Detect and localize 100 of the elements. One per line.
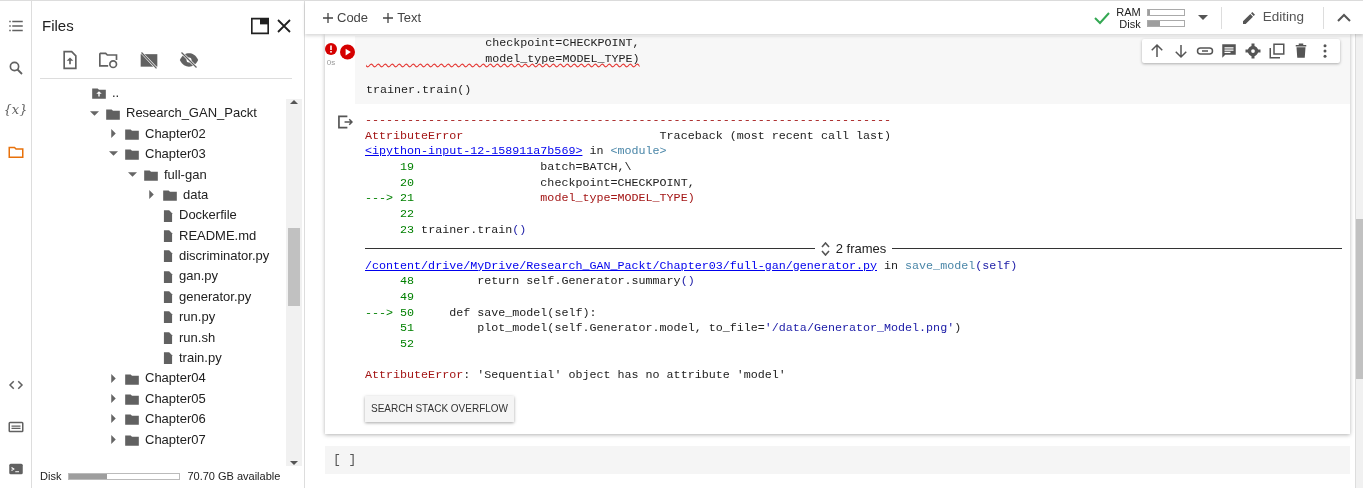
new-window-icon[interactable] [249, 17, 270, 36]
tree-row[interactable]: .. [32, 82, 286, 103]
add-code-button[interactable]: Code [317, 7, 375, 28]
error-text: --------------------------------------------------------------------------- [365, 113, 892, 127]
mirror-cell-icon[interactable] [1268, 42, 1286, 60]
tree-row[interactable]: full-gan [32, 164, 286, 185]
file-icon [161, 288, 175, 306]
tree-row[interactable]: Chapter03 [32, 143, 286, 165]
traceback-text: (self) [975, 258, 1018, 273]
caret-right-icon[interactable] [148, 190, 154, 200]
caret-right-icon[interactable] [110, 414, 116, 424]
caret-right-icon[interactable] [110, 394, 116, 404]
scrollbar[interactable] [286, 98, 302, 466]
code-line: model_type=MODEL_TYPE) [484, 51, 640, 66]
traceback-text: checkpoint=CHECKPOINT, [539, 175, 695, 190]
caret-right-icon[interactable] [110, 373, 116, 383]
tree-label: run.sh [179, 328, 216, 347]
scroll-up-icon[interactable] [290, 98, 298, 105]
tree-row[interactable]: data [32, 184, 286, 205]
add-text-button[interactable]: Text [377, 7, 428, 28]
caret-right-icon[interactable] [110, 128, 116, 138]
scrollbar[interactable] [1355, 34, 1363, 488]
move-down-icon[interactable] [1172, 42, 1190, 60]
frames-toggle[interactable]: 2 frames [835, 240, 887, 257]
expand-icon[interactable] [820, 241, 830, 256]
tree-row[interactable]: README.md [32, 225, 286, 246]
tree-row[interactable]: Chapter07 [32, 429, 286, 450]
cell-prompt: [ ] [333, 450, 357, 469]
scroll-thumb[interactable] [1356, 219, 1363, 379]
tree-label: train.py [179, 349, 222, 367]
code-line: checkpoint=CHECKPOINT, [484, 36, 640, 50]
tree-row[interactable]: discriminator.py [32, 245, 286, 266]
tree-label: Research_GAN_Packt [126, 104, 257, 123]
line-number: ---> 21 [365, 191, 415, 206]
tree-label: README.md [179, 226, 257, 245]
empty-cell[interactable]: [ ] [325, 445, 1350, 474]
pencil-icon [1240, 9, 1257, 26]
tree-row[interactable]: Chapter06 [32, 408, 286, 430]
tree-label: generator.py [179, 287, 252, 306]
tree-label: Chapter07 [145, 430, 206, 449]
move-up-icon[interactable] [1148, 42, 1166, 60]
folder-icon [123, 411, 141, 427]
drive-off-icon[interactable] [138, 49, 160, 70]
file-link[interactable]: /content/drive/MyDrive/Research_GAN_Packt/Chapter03/full-gan/generator.py [365, 258, 877, 273]
upload-file-icon[interactable] [60, 49, 80, 70]
tree-row[interactable]: Chapter02 [32, 123, 286, 144]
caret-down-icon[interactable] [127, 171, 137, 177]
tree-row[interactable]: run.sh [32, 327, 286, 348]
caret-right-icon[interactable] [110, 434, 116, 444]
traceback-text: plot_model(self.Generator.model, to_file= [476, 321, 765, 336]
caret-down-icon[interactable] [108, 151, 118, 157]
editing-mode-button[interactable]: Editing [1234, 6, 1310, 29]
check-icon [1094, 10, 1111, 25]
scroll-thumb[interactable] [288, 228, 300, 307]
resources-indicator[interactable]: RAM Disk [1094, 5, 1185, 30]
comment-icon[interactable] [1220, 42, 1238, 60]
code-editor[interactable]: checkpoint=CHECKPOINT, model_type=MODEL_TYPE) trainer.train() [355, 36, 1350, 104]
traceback-text: : 'Sequential' object has no attribute 'model' [463, 368, 786, 383]
close-icon[interactable] [276, 18, 292, 35]
dropdown-caret-icon[interactable] [1197, 15, 1208, 20]
parent-folder-icon [90, 85, 108, 101]
code-line: trainer.train() [366, 83, 472, 98]
error-text: model_type=MODEL_TYPE) [539, 191, 695, 206]
tree-label: Dockerfile [179, 206, 237, 225]
function-name: save_model [905, 258, 976, 273]
run-button[interactable] [340, 42, 355, 62]
folder-icon [123, 146, 141, 162]
traceback-text: ) [954, 321, 962, 336]
tree-label: Chapter05 [145, 389, 206, 408]
function-name: <module> [610, 144, 667, 159]
traceback-text: return self.Generator.summary [476, 274, 681, 289]
tree-row[interactable]: Chapter04 [32, 367, 286, 389]
tree-row[interactable]: run.py [32, 306, 286, 328]
hidden-eye-icon[interactable] [178, 49, 200, 70]
line-number: 48 [399, 274, 415, 289]
tree-row[interactable]: train.py [32, 347, 286, 368]
tree-label: Chapter02 [145, 124, 206, 143]
traceback-text: Traceback (most recent call last) [658, 128, 892, 143]
disk-label: Disk [40, 468, 62, 484]
run-time: 0s [326, 57, 336, 69]
file-icon [161, 308, 175, 326]
folder-icon [161, 187, 179, 203]
variables-button[interactable]: {x} [3, 100, 28, 120]
search-stack-overflow-button[interactable]: SEARCH STACK OVERFLOW [365, 396, 515, 422]
tree-label: data [183, 185, 209, 204]
line-number: 23 [399, 222, 415, 237]
scroll-down-icon[interactable] [290, 460, 298, 466]
tree-row[interactable]: Research_GAN_Packt [32, 102, 286, 124]
tree-row[interactable]: Dockerfile [32, 204, 286, 226]
tree-label: Chapter04 [145, 369, 206, 388]
settings-icon[interactable] [1244, 42, 1262, 60]
traceback-text: in [588, 144, 605, 159]
tree-row[interactable]: Chapter05 [32, 388, 286, 409]
caret-down-icon[interactable] [89, 110, 99, 116]
collapse-icon[interactable] [1337, 12, 1351, 23]
disk-available: 70.70 GB available [187, 468, 281, 484]
tree-row[interactable]: generator.py [32, 286, 286, 307]
file-link[interactable]: <ipython-input-12-158911a7b569> [365, 144, 583, 159]
traceback-text: in [883, 258, 900, 273]
tree-row[interactable]: gan.py [32, 266, 286, 287]
